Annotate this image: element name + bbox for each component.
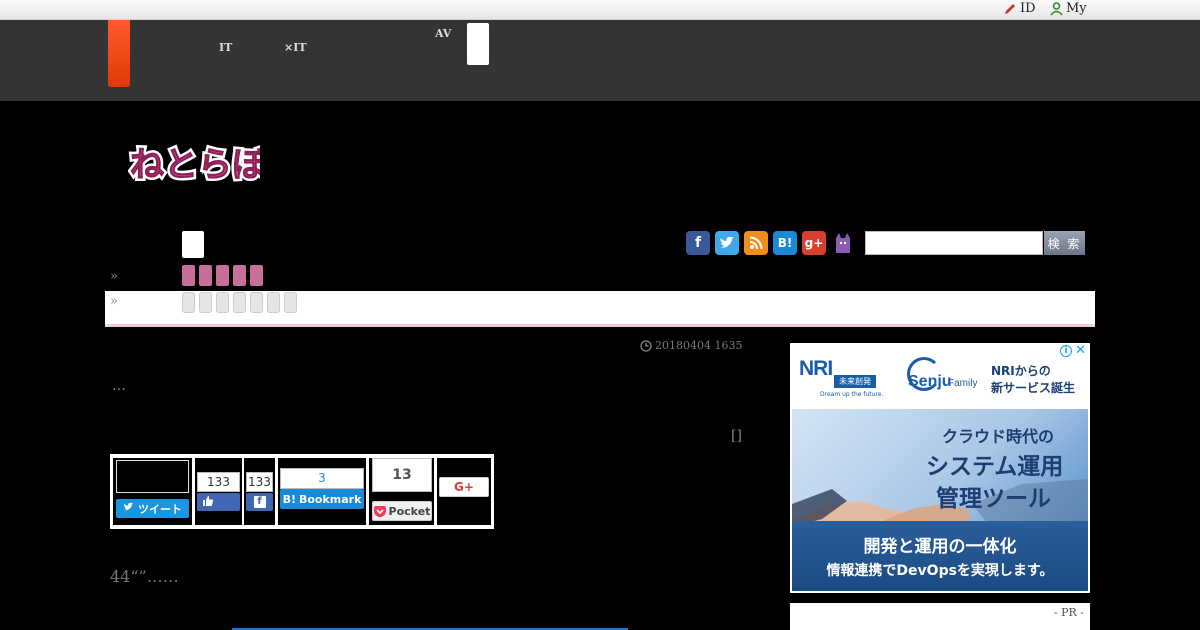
tweet-label: ツイート — [138, 502, 182, 516]
pink-tab-4[interactable] — [233, 265, 246, 286]
nav-item-1-line2: IT — [219, 41, 233, 54]
ad-foot-2: 情報連携でDevOpsを実現します。 — [826, 563, 1054, 579]
category-box[interactable] — [182, 231, 204, 258]
adchoices-icon[interactable]: i — [1060, 345, 1072, 357]
hatena-count: 3 — [280, 468, 364, 489]
twitter-bird-icon — [123, 502, 134, 515]
facebook-share-button[interactable]: f — [246, 493, 273, 511]
site-header — [0, 20, 1200, 101]
utility-bar: ID My — [0, 0, 1200, 20]
ad-foot-1: 開発と運用の一体化 — [863, 537, 1017, 557]
logo-text: ねとらぼ — [130, 145, 260, 185]
ad-lead-2: システム運用 — [926, 454, 1064, 480]
clock-icon — [640, 339, 652, 352]
gray-tab-4[interactable] — [233, 292, 246, 313]
nav-item-1[interactable]: IT — [219, 27, 232, 55]
like-button[interactable] — [197, 493, 240, 511]
article-bracket: [] — [731, 428, 742, 444]
ad-headline-2: 新サービス誕生 — [991, 381, 1076, 395]
article-body: 44“”…… — [110, 567, 179, 586]
ad-headline-1: NRIからの — [991, 364, 1051, 378]
breadcrumb-arrow-1: » — [110, 269, 118, 284]
ad-lead-1: クラウド時代の — [942, 427, 1055, 446]
ad-header: NRI 未来創発 Dream up the future. Senju Fami… — [790, 343, 1090, 409]
thumbs-up-icon — [202, 495, 214, 510]
id-link[interactable]: ID — [1003, 1, 1036, 16]
facebook-square-icon: f — [253, 496, 266, 508]
nav-item-3-line2 — [435, 41, 451, 55]
ad-footer: 開発と運用の一体化 情報連携でDevOpsを実現します。 — [792, 521, 1088, 591]
gray-tab-2[interactable] — [199, 292, 212, 313]
pencil-icon — [1003, 2, 1017, 16]
pink-tab-2[interactable] — [199, 265, 212, 286]
pocket-label: Pocket — [388, 504, 431, 518]
facebook-share-count: 133 — [246, 472, 273, 492]
gray-tab-7[interactable] — [284, 292, 297, 313]
facebook-icon[interactable]: f — [686, 231, 710, 255]
nav-item-2-line1 — [284, 27, 307, 41]
ad-brand: NRI — [799, 357, 833, 380]
nav-item-2[interactable]: ×IT — [284, 27, 307, 55]
id-label: ID — [1020, 1, 1036, 16]
ad-product: Senju — [908, 373, 952, 390]
article-ellipsis: … — [112, 378, 126, 394]
twitter-icon[interactable] — [715, 231, 739, 255]
close-icon[interactable]: ✕ — [1075, 343, 1086, 358]
nav-item-2-line2: ×IT — [284, 41, 307, 54]
google-plus-icon[interactable]: g+ — [802, 231, 826, 255]
publish-date: 20180404 1635 — [640, 339, 742, 352]
like-cell: 133 — [195, 458, 242, 525]
gray-tab-6[interactable] — [267, 292, 280, 313]
nav-item-3[interactable]: AV — [435, 27, 451, 55]
tweet-counter — [116, 460, 189, 493]
breadcrumb-arrow-2: » — [110, 294, 118, 309]
search-input[interactable] — [865, 231, 1043, 255]
my-label: My — [1066, 1, 1087, 16]
pink-tab-3[interactable] — [216, 265, 229, 286]
rss-icon[interactable] — [744, 231, 768, 255]
gray-tab-3[interactable] — [216, 292, 229, 313]
gplus-cell: G+ — [437, 458, 491, 525]
ad-brand-sub: 未来創発 — [834, 375, 876, 388]
hatena-b-icon: B! — [282, 492, 296, 506]
pocket-cell: 13 Pocket — [369, 458, 434, 525]
search-button[interactable]: 検 索 — [1044, 231, 1085, 255]
gplus-button[interactable]: G+ — [439, 477, 489, 497]
ad-tagline: Dream up the future. — [820, 391, 884, 398]
pocket-count: 13 — [372, 458, 432, 492]
pr-label: - PR - — [1053, 606, 1084, 619]
nav-box[interactable] — [467, 23, 489, 65]
pink-tab-5[interactable] — [250, 265, 263, 286]
ad-product-sub: Family — [948, 378, 978, 389]
my-link[interactable]: My — [1050, 1, 1087, 16]
nav-item-3-line1: AV — [435, 27, 452, 40]
site-logo[interactable]: ねとらぼ ねとらぼ — [127, 138, 270, 194]
like-count: 133 — [197, 472, 240, 492]
sidebar-ad[interactable]: NRI 未来創発 Dream up the future. Senju Fami… — [790, 343, 1090, 593]
hatena-bookmark-label: Bookmark — [298, 492, 362, 506]
gray-tab-5[interactable] — [250, 292, 263, 313]
pocket-icon — [373, 505, 386, 517]
pink-tab-1[interactable] — [182, 265, 195, 286]
nav-item-1-line1 — [219, 27, 232, 41]
pr-box: - PR - — [790, 603, 1090, 630]
facebook-share-cell: 133 f — [244, 458, 275, 525]
hatena-bookmark-button[interactable]: B! Bookmark — [280, 489, 364, 509]
ad-lead-3: 管理ツール — [936, 486, 1051, 512]
hatena-cell: 3 B! Bookmark — [278, 458, 366, 525]
home-tab[interactable] — [108, 20, 130, 87]
pocket-button[interactable]: Pocket — [372, 501, 432, 521]
tweet-cell: ツイート — [113, 458, 192, 525]
cat-icon[interactable] — [831, 231, 855, 255]
hatena-bookmark-icon[interactable]: B! — [773, 231, 797, 255]
gray-tab-1[interactable] — [182, 292, 195, 313]
tweet-button[interactable]: ツイート — [116, 499, 189, 518]
share-buttons: ツイート 133 133 f 3 B! Bookmark 13 Pocket G… — [110, 454, 494, 529]
date-text: 20180404 1635 — [655, 339, 743, 352]
user-icon — [1050, 1, 1063, 16]
